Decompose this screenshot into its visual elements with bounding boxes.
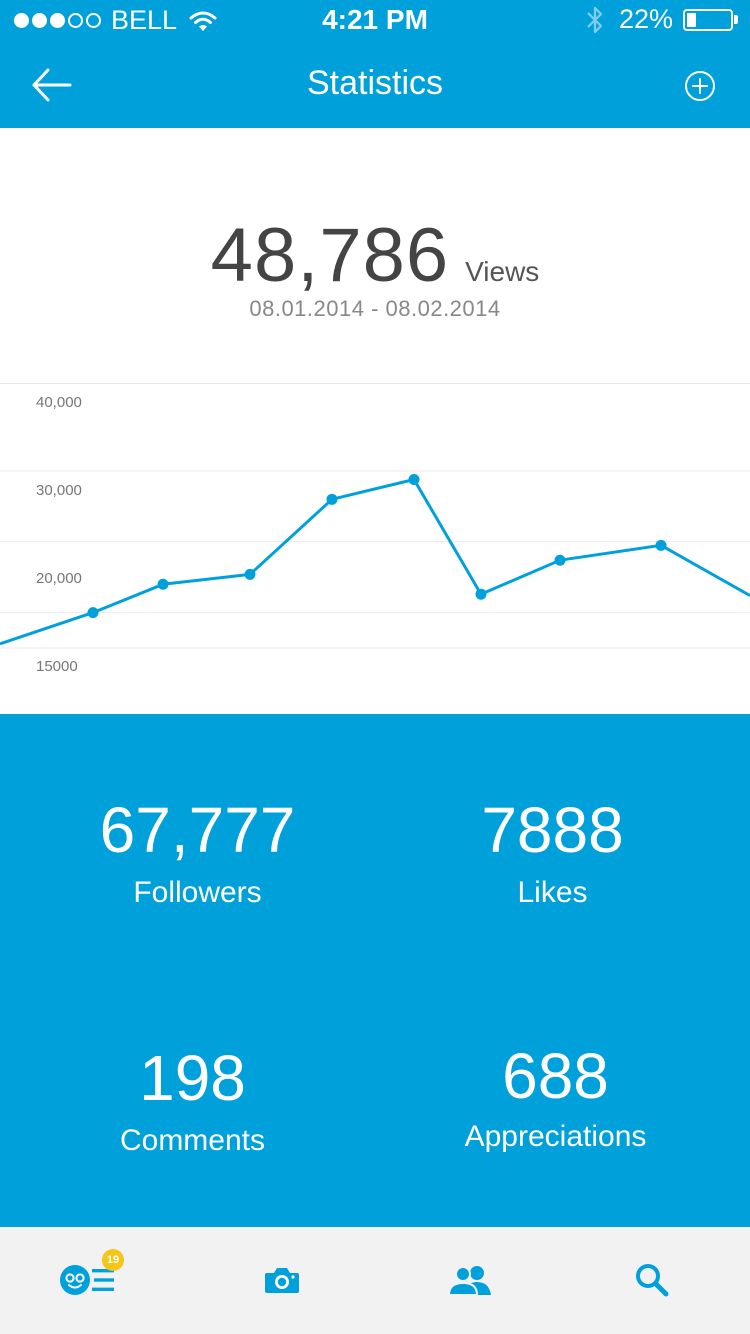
y-tick-label: 15000: [36, 658, 78, 675]
tab-feed[interactable]: 19: [58, 1249, 124, 1305]
data-point: [87, 607, 99, 619]
page-title: Statistics: [306, 64, 444, 102]
stat-value: 7888: [481, 794, 624, 866]
status-right: 22%: [585, 4, 738, 35]
tab-people[interactable]: [440, 1255, 500, 1305]
series-line: [0, 478, 750, 646]
data-point: [475, 588, 487, 600]
data-point: [326, 493, 338, 505]
y-tick-label: 30,000: [36, 482, 82, 499]
navigation-bar: Statistics: [0, 40, 750, 128]
plus-circle-icon[interactable]: [684, 70, 716, 102]
people-icon: [448, 1266, 491, 1296]
stat-value: 67,777: [99, 794, 296, 866]
notification-badge: 19: [102, 1249, 124, 1271]
data-point: [554, 554, 566, 566]
data-point: [655, 539, 667, 551]
data-point: [157, 578, 169, 590]
data-point: [244, 568, 256, 580]
views-summary: 48,786 Views 08.01.2014 - 08.02.2014: [0, 128, 750, 383]
y-tick-label: 40,000: [36, 394, 82, 411]
battery-icon: [683, 8, 733, 31]
stat-label: Comments: [119, 1124, 266, 1157]
views-line-chart: 40,000 30,000 20,000 15000: [0, 383, 750, 714]
stat-comments: 198 Comments: [5, 1046, 380, 1158]
stat-appreciations: 688 Appreciations: [368, 1044, 743, 1154]
stat-likes: 7888 Likes: [365, 798, 740, 910]
y-tick-label: 20,000: [36, 570, 82, 587]
tab-camera[interactable]: [252, 1255, 312, 1305]
stats-panel: 67,777 Followers 7888 Likes 198 Comments…: [0, 714, 750, 1227]
tab-search[interactable]: [622, 1255, 682, 1305]
data-point: [408, 473, 420, 485]
status-bar: BELL 4:21 PM 22%: [0, 0, 750, 40]
search-icon: [636, 1264, 669, 1297]
stat-label: Likes: [517, 876, 588, 909]
tab-bar: 19: [0, 1227, 750, 1334]
stat-label: Appreciations: [464, 1120, 647, 1153]
battery-percent: 22%: [618, 4, 673, 34]
battery-tip: [734, 15, 738, 24]
date-range: 08.01.2014 - 08.02.2014: [249, 296, 501, 321]
stat-value: 688: [502, 1040, 609, 1112]
views-row: 48,786 Views: [0, 212, 750, 299]
chart-canvas: 40,000 30,000 20,000 15000: [0, 383, 750, 675]
views-count: 48,786: [210, 213, 450, 298]
stat-label: Followers: [133, 876, 262, 909]
stat-value: 198: [139, 1042, 246, 1114]
views-label: Views: [465, 256, 540, 287]
stat-followers: 67,777 Followers: [10, 798, 385, 910]
camera-icon: [265, 1268, 299, 1293]
bluetooth-icon: [587, 6, 603, 33]
battery-fill: [687, 12, 696, 27]
